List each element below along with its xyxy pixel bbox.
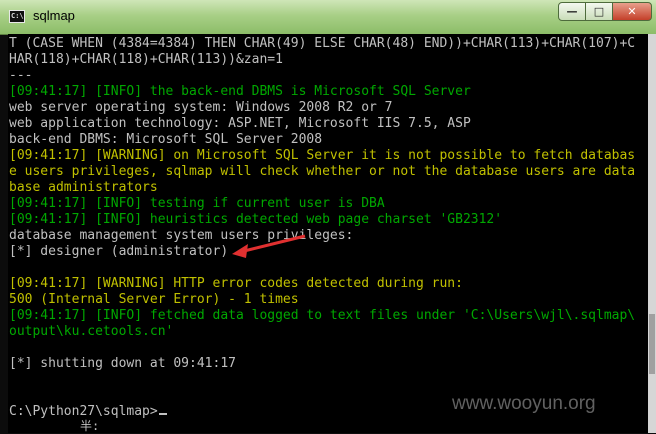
arrow-shaft [239, 234, 306, 254]
red-arrow-annotation [232, 234, 306, 258]
arrow-head [232, 244, 248, 258]
